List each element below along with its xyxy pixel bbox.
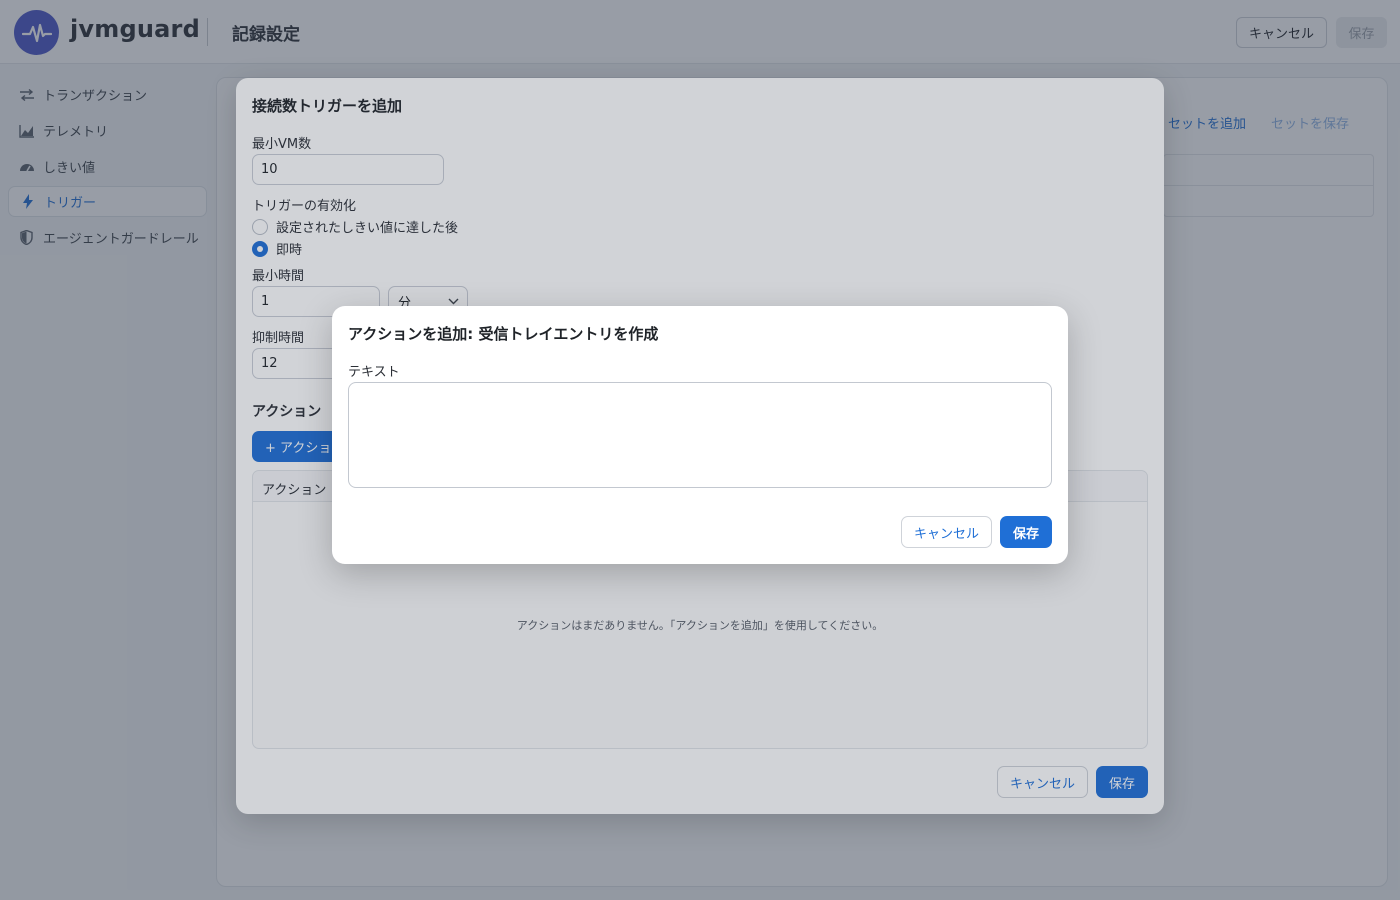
text-label: テキスト [348, 365, 400, 380]
action-cancel-button[interactable]: キャンセル [901, 516, 992, 548]
add-action-inbox-dialog: アクションを追加: 受信トレイエントリを作成 テキスト キャンセル 保存 [332, 306, 1068, 564]
text-textarea[interactable] [348, 382, 1052, 488]
dialog-title: アクションを追加: 受信トレイエントリを作成 [348, 325, 659, 343]
action-save-button[interactable]: 保存 [1000, 516, 1052, 548]
